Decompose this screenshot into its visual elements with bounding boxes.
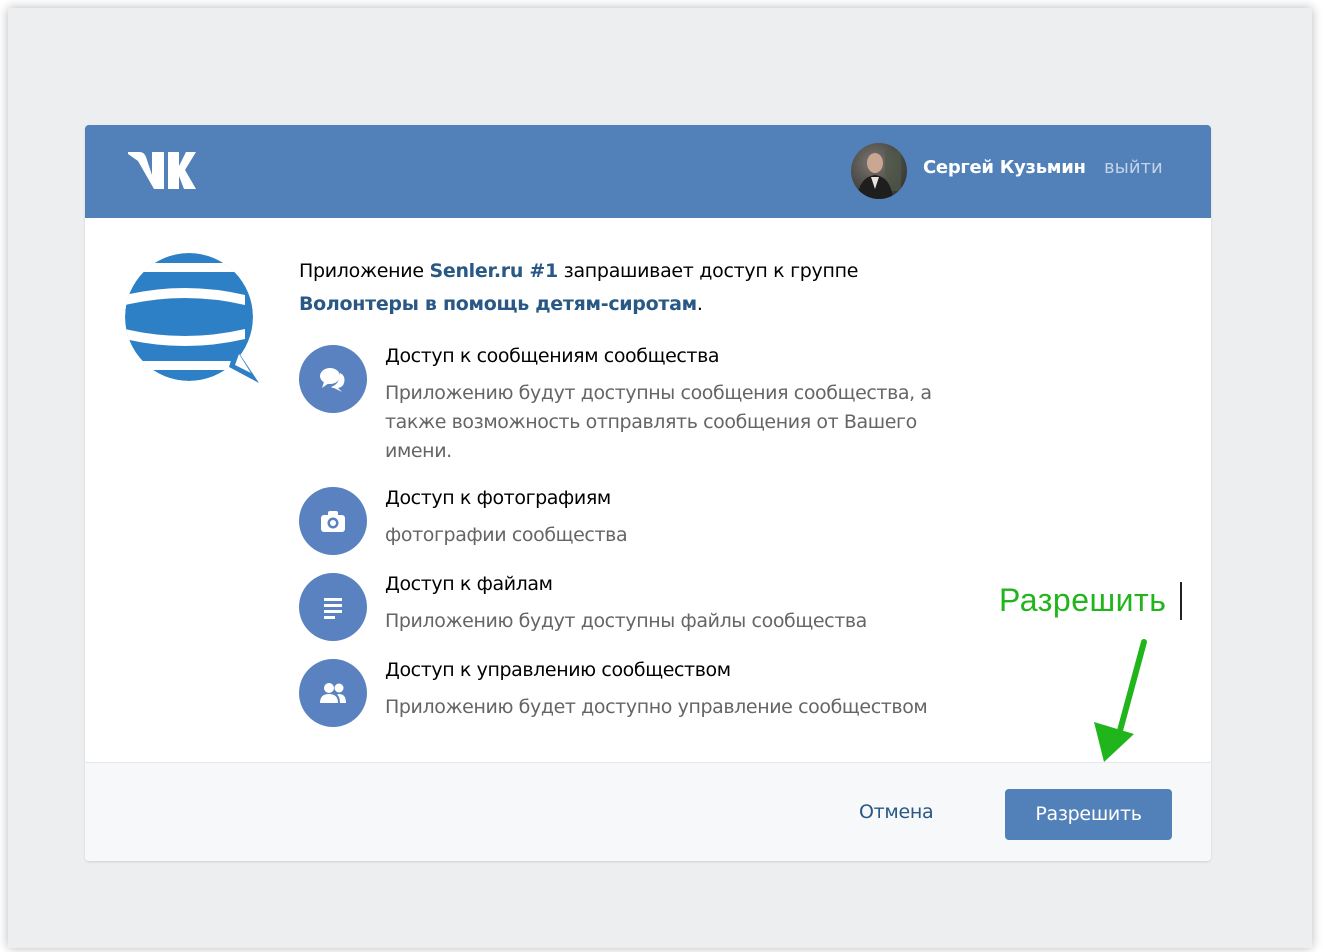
allow-button[interactable]: Разрешить (1005, 789, 1172, 840)
senler-logo-icon (125, 253, 259, 383)
dialog-footer: Отмена Разрешить (85, 762, 1211, 861)
permission-description: Приложению будет доступно управление соо… (385, 696, 928, 718)
permission-title: Доступ к сообщениям сообщества (385, 345, 720, 367)
annotation-label: Разрешить (999, 582, 1167, 618)
camera-icon (321, 511, 345, 532)
permission-icon-circle (299, 573, 367, 641)
avatar-icon (851, 143, 907, 199)
permission-title: Доступ к управлению сообществом (385, 659, 731, 681)
permission-icon-circle (299, 345, 367, 413)
logout-link[interactable]: выйти (1104, 157, 1163, 178)
green-arrow-icon (1094, 639, 1147, 762)
request-suffix: . (696, 293, 703, 315)
permission-title: Доступ к файлам (385, 573, 553, 595)
user-avatar[interactable] (851, 143, 907, 199)
screenshot-frame: Сергей Кузьмин выйти Приложение Senler.r… (8, 8, 1312, 948)
permission-description: Приложению будут доступны файлы сообщест… (385, 610, 867, 632)
request-prefix: Приложение (299, 260, 430, 282)
app-name-link[interactable]: Senler.ru #1 (429, 260, 558, 282)
permission-description: Приложению будут доступны сообщения сооб… (385, 382, 932, 462)
permission-icon-circle (299, 487, 367, 555)
dialog-header: Сергей Кузьмин выйти (85, 125, 1211, 218)
chat-bubbles-icon (320, 368, 345, 392)
text-cursor (1180, 582, 1182, 620)
access-request-text: Приложение Senler.ru #1 запрашивает дост… (299, 255, 949, 321)
people-icon (320, 683, 346, 703)
document-lines-icon (324, 598, 342, 619)
permission-title: Доступ к фотографиям (385, 487, 611, 509)
auth-dialog: Сергей Кузьмин выйти Приложение Senler.r… (85, 125, 1211, 861)
request-middle: запрашивает доступ к группе (557, 260, 859, 282)
cancel-button[interactable]: Отмена (859, 801, 934, 823)
vk-logo-icon[interactable] (128, 149, 196, 191)
permission-icon-circle (299, 659, 367, 727)
group-name-link[interactable]: Волонтеры в помощь детям-сиротам (299, 293, 697, 315)
permission-description: фотографии сообщества (385, 524, 628, 546)
user-name[interactable]: Сергей Кузьмин (923, 157, 1086, 178)
